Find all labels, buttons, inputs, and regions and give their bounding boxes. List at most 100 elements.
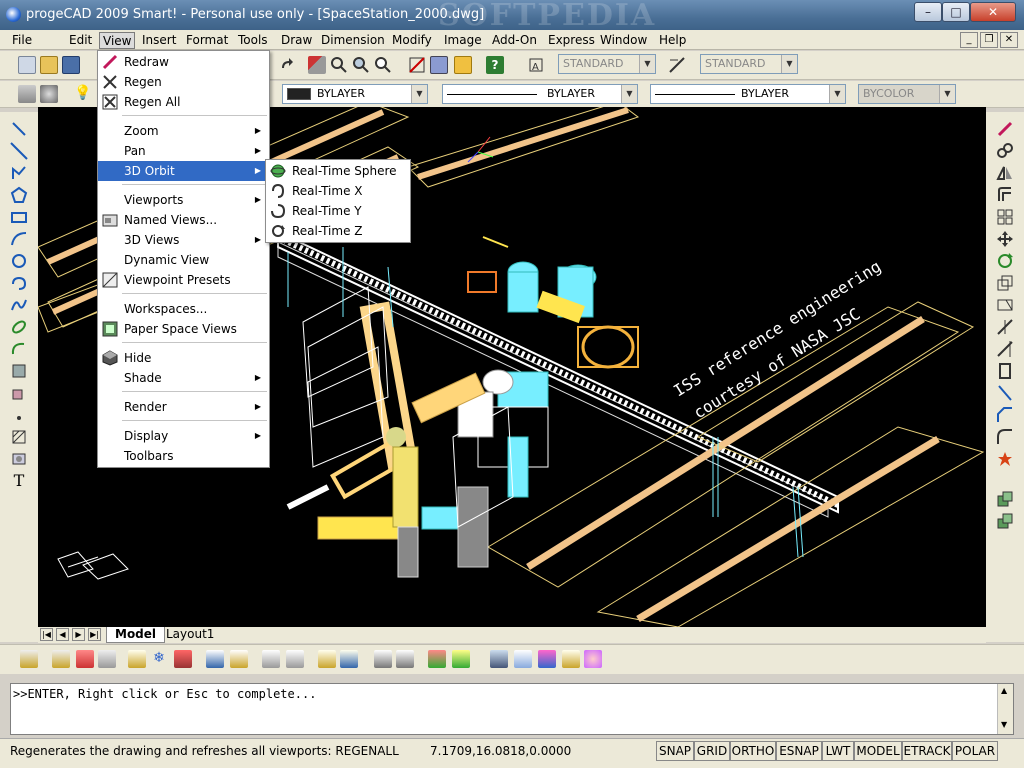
layer-match-icon[interactable]: [20, 650, 38, 668]
menu-insert[interactable]: Insert: [139, 32, 179, 49]
zoom-realtime-icon[interactable]: [330, 56, 348, 74]
menu-item-real-time-y[interactable]: Real-Time Y: [266, 201, 410, 221]
menu-item-regen-all[interactable]: Regen All: [98, 92, 269, 112]
menu-item-regen[interactable]: Regen: [98, 72, 269, 92]
point-icon[interactable]: [10, 406, 28, 424]
dim-style-icon[interactable]: [668, 56, 686, 74]
tab-prev-icon[interactable]: ◀: [56, 628, 69, 641]
move-icon[interactable]: [996, 230, 1014, 248]
menu-item-viewpoint-presets[interactable]: Viewpoint Presets: [98, 270, 269, 290]
menu-item-toolbars[interactable]: Toolbars: [98, 446, 269, 466]
menu-help[interactable]: Help: [656, 32, 689, 49]
line-icon[interactable]: [10, 120, 28, 138]
break-icon[interactable]: [996, 362, 1014, 380]
menu-item-shade[interactable]: Shade ▶: [98, 368, 269, 388]
menu-item-pan[interactable]: Pan ▶: [98, 141, 269, 161]
text-style-combo[interactable]: STANDARD ▼: [558, 54, 656, 74]
menu-modify[interactable]: Modify: [389, 32, 435, 49]
rotate-icon[interactable]: [996, 252, 1014, 270]
tab-last-icon[interactable]: ▶|: [88, 628, 101, 641]
layer-off-icon[interactable]: [128, 650, 146, 668]
menu-item-workspaces[interactable]: Workspaces...: [98, 299, 269, 319]
mdi-minimize-button[interactable]: _: [960, 32, 978, 48]
esnap-toggle[interactable]: ESNAP: [776, 741, 822, 761]
etrack-toggle[interactable]: ETRACK: [902, 741, 952, 761]
layer-isolate-icon[interactable]: [76, 650, 94, 668]
menu-item-render[interactable]: Render ▶: [98, 397, 269, 417]
menu-draw[interactable]: Draw: [278, 32, 315, 49]
mdi-restore-button[interactable]: ❐: [980, 32, 998, 48]
layer-all-icon[interactable]: [340, 650, 358, 668]
menu-item-zoom[interactable]: Zoom ▶: [98, 121, 269, 141]
menu-view[interactable]: View: [99, 32, 136, 49]
image-adjust-icon[interactable]: [538, 650, 556, 668]
design-center-icon[interactable]: [454, 56, 472, 74]
lightbulb-icon[interactable]: 💡: [74, 85, 92, 103]
menu-format[interactable]: Format: [183, 32, 231, 49]
image-frame-icon[interactable]: [562, 650, 580, 668]
polygon-icon[interactable]: [10, 186, 28, 204]
menu-item-3d-views[interactable]: 3D Views ▶: [98, 230, 269, 250]
layer-merge-icon[interactable]: [174, 650, 192, 668]
region-icon[interactable]: [10, 450, 28, 468]
menu-dimension[interactable]: Dimension: [318, 32, 388, 49]
model-toggle[interactable]: MODEL: [854, 741, 902, 761]
raster-image-icon[interactable]: [514, 650, 532, 668]
menu-image[interactable]: Image: [441, 32, 485, 49]
rectangle-icon[interactable]: [10, 208, 28, 226]
image-clip-icon[interactable]: [584, 650, 602, 668]
scroll-up-icon[interactable]: ▲: [1001, 686, 1007, 695]
menu-item-redraw[interactable]: Redraw: [98, 52, 269, 72]
new-icon[interactable]: [18, 56, 36, 74]
hatch-icon[interactable]: [10, 428, 28, 446]
menu-item-real-time-x[interactable]: Real-Time X: [266, 181, 410, 201]
layer-all-on-icon[interactable]: [262, 650, 280, 668]
layer-walk-icon[interactable]: [374, 650, 392, 668]
trim-icon[interactable]: [996, 318, 1014, 336]
insert-block-icon[interactable]: [10, 362, 28, 380]
infinite-line-icon[interactable]: [10, 142, 28, 160]
layer-all-thaw-icon[interactable]: [286, 650, 304, 668]
layer-unisolate-icon[interactable]: [98, 650, 116, 668]
explode-icon[interactable]: [996, 450, 1014, 468]
minimize-button[interactable]: –: [914, 2, 942, 22]
menu-item-named-views[interactable]: Named Views...: [98, 210, 269, 230]
layer-filter-icon[interactable]: [452, 650, 470, 668]
help-icon[interactable]: ?: [486, 56, 504, 74]
break-at-point-icon[interactable]: [996, 384, 1014, 402]
snap-toggle[interactable]: SNAP: [656, 741, 694, 761]
tab-first-icon[interactable]: |◀: [40, 628, 53, 641]
tab-model[interactable]: Model: [106, 627, 166, 643]
scale-icon[interactable]: [996, 274, 1014, 292]
tab-next-icon[interactable]: ▶: [72, 628, 85, 641]
color-combo[interactable]: BYLAYER ▼: [282, 84, 428, 104]
redo-icon[interactable]: [278, 56, 296, 74]
app-icon[interactable]: [6, 7, 21, 22]
save-icon[interactable]: [62, 56, 80, 74]
lineweight-combo[interactable]: BYLAYER ▼: [650, 84, 846, 104]
layer-unlock-icon[interactable]: [230, 650, 248, 668]
make-block-icon[interactable]: [10, 384, 28, 402]
layer-lock-icon[interactable]: [206, 650, 224, 668]
menu-tools[interactable]: Tools: [235, 32, 271, 49]
layer-previous-icon[interactable]: [40, 85, 58, 103]
offset-icon[interactable]: [996, 186, 1014, 204]
menu-item-display[interactable]: Display ▶: [98, 426, 269, 446]
plotstyle-combo[interactable]: BYCOLOR ▼: [858, 84, 956, 104]
menu-express[interactable]: Express: [545, 32, 598, 49]
stretch-icon[interactable]: [996, 296, 1014, 314]
layer-current-icon[interactable]: [52, 650, 70, 668]
extend-icon[interactable]: [996, 340, 1014, 358]
command-scrollbar[interactable]: ▲ ▼: [997, 684, 1013, 734]
copy-icon[interactable]: [996, 142, 1014, 160]
properties-icon[interactable]: [430, 56, 448, 74]
mirror-icon[interactable]: [996, 164, 1014, 182]
menu-item-dynamic-view[interactable]: Dynamic View: [98, 250, 269, 270]
layer-state-icon[interactable]: [428, 650, 446, 668]
spline-icon[interactable]: [10, 296, 28, 314]
command-line[interactable]: >>ENTER, Right click or Esc to complete.…: [10, 683, 1014, 735]
fillet-icon[interactable]: [996, 428, 1014, 446]
mdi-close-button[interactable]: ✕: [1000, 32, 1018, 48]
text-icon[interactable]: T: [10, 471, 28, 490]
layer-all-unlock-icon[interactable]: [318, 650, 336, 668]
